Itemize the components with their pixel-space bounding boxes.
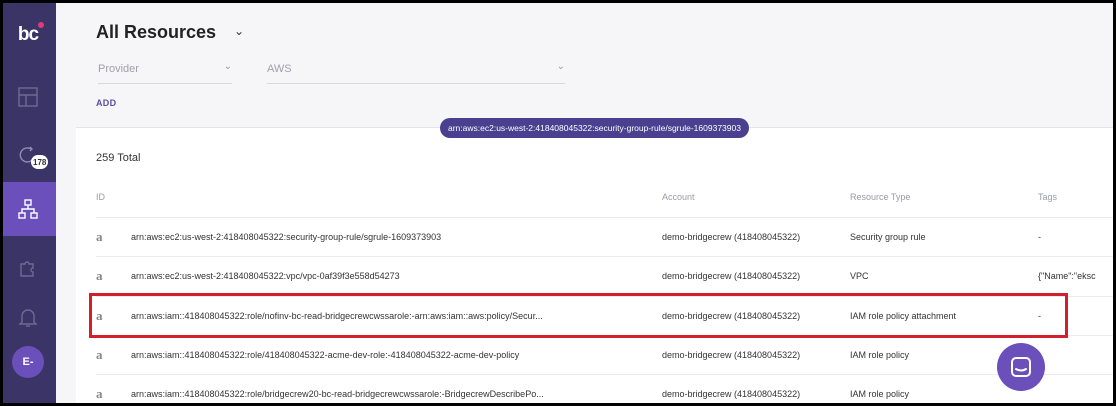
column-header-account[interactable]: Account [662, 192, 695, 202]
table-row[interactable]: a arn:aws:iam::418408045322:role/4184080… [96, 335, 1116, 375]
aws-icon: a [96, 347, 103, 362]
provider-value: AWS [267, 63, 292, 75]
resource-id: arn:aws:ec2:us-west-2:418408045322:secur… [131, 232, 442, 242]
logo-dot [38, 22, 44, 28]
resource-type: IAM role policy [850, 389, 910, 399]
page-title: All Resources [96, 22, 217, 42]
provider-filter-label: Provider [98, 63, 139, 75]
resource-id: arn:aws:iam::418408045322:role/418408045… [131, 350, 520, 360]
chevron-down-icon: ⌄ [223, 61, 232, 72]
resource-type: VPC [850, 271, 869, 281]
chat-launcher-button[interactable] [997, 343, 1045, 391]
resource-type: Security group rule [850, 232, 926, 242]
sidebar-item-incidents[interactable]: 178 [0, 128, 56, 182]
account: demo-bridgecrew (418408045322) [662, 389, 801, 399]
sidebar-item-resources[interactable] [0, 182, 56, 236]
resource-id-tooltip: arn:aws:ec2:us-west-2:418408045322:secur… [440, 118, 749, 138]
sidebar-item-notifications[interactable] [0, 290, 56, 344]
provider-filter[interactable]: Provider ⌄ [98, 56, 232, 84]
column-header-tags[interactable]: Tags [1038, 192, 1057, 202]
aws-icon: a [96, 229, 103, 244]
table-row[interactable]: a arn:aws:iam::418408045322:role/bridgec… [96, 374, 1116, 406]
account: demo-bridgecrew (418408045322) [662, 232, 801, 242]
sidebar-item-dashboard[interactable] [0, 70, 56, 124]
user-avatar[interactable]: E- [12, 346, 44, 378]
alerts-badge: 178 [31, 155, 49, 169]
column-header-resource-type[interactable]: Resource Type [850, 192, 910, 202]
bridgecrew-logo[interactable]: bc [12, 20, 44, 50]
total-count: 259 Total [96, 152, 141, 164]
account: demo-bridgecrew (418408045322) [662, 350, 801, 360]
sidebar-item-integrations[interactable] [0, 240, 56, 294]
tags: - [1038, 232, 1041, 242]
puzzle-icon [20, 261, 34, 277]
main-content: All Resources ⌄ Provider ⌄ AWS ⌄ ADD 259… [56, 0, 1116, 406]
dashboard-icon [18, 87, 38, 107]
resource-id: arn:aws:iam::418408045322:role/bridgecre… [131, 389, 544, 399]
chat-icon [1011, 357, 1031, 377]
table-row[interactable]: a arn:aws:ec2:us-west-2:418408045322:vpc… [96, 256, 1116, 296]
add-filter-button[interactable]: ADD [96, 98, 116, 108]
highlighted-row-box [89, 293, 1068, 338]
table-row[interactable]: a arn:aws:ec2:us-west-2:418408045322:sec… [96, 217, 1116, 257]
column-header-id[interactable]: ID [96, 192, 105, 202]
resources-panel: 259 Total ID Account Resource Type Tags … [76, 127, 1116, 406]
chevron-down-icon[interactable]: ⌄ [234, 24, 244, 38]
bell-icon [18, 309, 38, 327]
resource-id: arn:aws:ec2:us-west-2:418408045322:vpc/v… [131, 271, 400, 281]
provider-value-filter[interactable]: AWS ⌄ [267, 56, 565, 84]
aws-icon: a [96, 268, 103, 283]
sidebar: bc 178 E- [0, 0, 56, 406]
logo-text: bc [17, 24, 39, 45]
chevron-down-icon: ⌄ [556, 61, 565, 72]
tags: {"Name":"eksc [1038, 271, 1096, 281]
avatar-initials: E- [22, 356, 34, 368]
aws-icon: a [96, 386, 103, 401]
account: demo-bridgecrew (418408045322) [662, 271, 801, 281]
sitemap-icon [18, 199, 38, 219]
resource-type: IAM role policy [850, 350, 910, 360]
